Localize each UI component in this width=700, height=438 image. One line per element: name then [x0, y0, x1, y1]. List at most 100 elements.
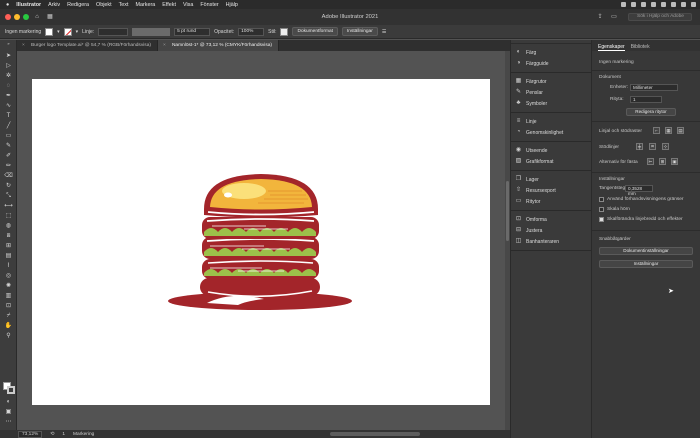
mesh-tool-icon[interactable]: ⊞ — [4, 242, 13, 250]
apple-menu-icon[interactable]: ● — [6, 2, 9, 8]
tab-properties[interactable]: Egenskaper — [598, 44, 625, 51]
lock-guides-icon[interactable]: ⌗ — [649, 143, 656, 150]
graphic-style-swatch[interactable] — [280, 27, 289, 36]
zoom-tool-icon[interactable]: ⚲ — [4, 332, 13, 340]
dock-panel-transform[interactable]: ⊡ Omforma — [511, 214, 591, 225]
opacity-input[interactable]: 100% — [238, 27, 265, 36]
eyedropper-tool-icon[interactable]: ⌇ — [4, 262, 13, 270]
status-icon[interactable] — [681, 2, 686, 7]
drawing-mode-icon[interactable]: ◐ — [4, 398, 13, 406]
dock-panel-color-guide[interactable]: ◑ Färgguide — [511, 58, 591, 69]
artboard-navigator[interactable]: 1 — [62, 432, 65, 437]
perspective-grid-tool-icon[interactable]: ⧈ — [4, 232, 13, 240]
panel-layout-icon[interactable]: ▭ — [610, 13, 618, 21]
dock-panel-stroke[interactable]: ≡ Linje — [511, 116, 591, 127]
snap-to-point-icon[interactable]: ⊢ — [647, 158, 654, 165]
artboard[interactable] — [32, 79, 490, 405]
tab-burger-logo[interactable]: × Burger logo Template.ai* @ 54,7 % (RGB/… — [17, 40, 158, 51]
dock-panel-artboards[interactable]: ▭ Ritytor — [511, 196, 591, 207]
fill-dropdown-icon[interactable]: ▾ — [57, 29, 60, 35]
dock-panel-brushes[interactable]: ✎ Penslar — [511, 87, 591, 98]
fill-stroke-widget[interactable] — [3, 382, 15, 394]
tab-untitled[interactable]: × Namnlöst-1* @ 73,12 % (CMYK/Förhandsvis… — [157, 40, 280, 51]
rotate-tool-icon[interactable]: ↻ — [4, 182, 13, 190]
scale-corners-checkbox[interactable] — [599, 207, 604, 212]
canvas-area[interactable] — [17, 51, 510, 430]
burger-artwork[interactable] — [32, 79, 490, 405]
menu-hjalp[interactable]: Hjälp — [226, 2, 238, 8]
smart-guides-icon[interactable]: ⊹ — [662, 143, 669, 150]
status-icon[interactable] — [621, 2, 626, 7]
paintbrush-tool-icon[interactable]: ✎ — [4, 142, 13, 150]
free-transform-tool-icon[interactable]: ⬚ — [4, 212, 13, 220]
pencil-tool-icon[interactable]: ✏ — [4, 162, 13, 170]
align-icon[interactable]: ☰ — [382, 29, 386, 35]
rectangle-tool-icon[interactable]: ▭ — [4, 132, 13, 140]
dock-panel-transparency[interactable]: ◔ Genomskinlighet — [511, 127, 591, 138]
dock-panel-graphic-styles[interactable]: ▨ Grafikformat — [511, 156, 591, 167]
pen-tool-icon[interactable]: ✒ — [4, 92, 13, 100]
stroke-color-swatch[interactable] — [63, 27, 72, 36]
close-tab-icon[interactable]: × — [22, 43, 25, 48]
dock-panel-symbols[interactable]: ♣ Symboler — [511, 98, 591, 109]
dock-panel-align[interactable]: ⊟ Justera — [511, 225, 591, 236]
menu-visa[interactable]: Visa — [183, 2, 193, 8]
direct-selection-tool-icon[interactable]: ▷ — [4, 62, 13, 70]
horizontal-scrollbar[interactable] — [330, 432, 420, 436]
blend-tool-icon[interactable]: ◎ — [4, 272, 13, 280]
brush-definition-select[interactable]: 5 pt rund — [174, 27, 211, 36]
edit-artboards-button[interactable]: Redigera ritytor — [626, 108, 676, 116]
menu-fonster[interactable]: Fönster — [200, 2, 218, 8]
edit-toolbar-icon[interactable]: ⋯ — [4, 418, 13, 426]
shape-builder-tool-icon[interactable]: ◍ — [4, 222, 13, 230]
type-tool-icon[interactable]: T — [4, 112, 13, 120]
document-setup-button[interactable]: Dokumentformat — [292, 27, 338, 36]
panel-collapse-icon[interactable]: » — [4, 42, 13, 46]
selection-tool-icon[interactable]: ➤ — [4, 52, 13, 60]
line-tool-icon[interactable]: ╱ — [4, 122, 13, 130]
slice-tool-icon[interactable]: ⌿ — [4, 312, 13, 320]
preferences-button[interactable]: Inställningar — [599, 260, 693, 268]
rulers-icon[interactable]: ⌐ — [653, 127, 660, 134]
dock-panel-asset-export[interactable]: ⇧ Resursexport — [511, 185, 591, 196]
stroke-dropdown-icon[interactable]: ▾ — [76, 29, 79, 35]
status-icon[interactable] — [661, 2, 666, 7]
grid-icon[interactable]: ▦ — [665, 127, 672, 134]
document-setup-button[interactable]: Dokumentinställningar — [599, 247, 693, 255]
hand-tool-icon[interactable]: ✋ — [4, 322, 13, 330]
snap-to-pixel-icon[interactable]: ▣ — [671, 158, 678, 165]
units-select[interactable]: Millimeter — [630, 84, 678, 91]
gradient-tool-icon[interactable]: ▤ — [4, 252, 13, 260]
help-search-input[interactable]: Sök i Hjälp och Adobe — [628, 13, 692, 21]
preview-bounds-checkbox[interactable] — [599, 197, 604, 202]
shaper-tool-icon[interactable]: ✐ — [4, 152, 13, 160]
status-icon[interactable] — [641, 2, 646, 7]
menu-text[interactable]: Text — [119, 2, 129, 8]
dock-panel-layers[interactable]: ❐ Lager — [511, 174, 591, 185]
dock-panel-swatches[interactable]: ▦ Färgrutor — [511, 76, 591, 87]
lasso-tool-icon[interactable]: ◌ — [4, 82, 13, 90]
show-guides-icon[interactable]: ╪ — [636, 143, 643, 150]
dock-panel-color[interactable]: ◐ Färg — [511, 47, 591, 58]
snap-to-grid-icon[interactable]: ⊞ — [659, 158, 666, 165]
eraser-tool-icon[interactable]: ⌫ — [4, 172, 13, 180]
scale-tool-icon[interactable]: ⤡ — [4, 192, 13, 200]
menu-markera[interactable]: Markera — [136, 2, 156, 8]
variable-width-profile[interactable] — [132, 27, 171, 36]
dock-panel-pathfinder[interactable]: ◫ Banhanteraren — [511, 236, 591, 247]
close-tab-icon[interactable]: × — [163, 43, 166, 48]
menu-objekt[interactable]: Objekt — [96, 2, 112, 8]
curvature-tool-icon[interactable]: ∿ — [4, 102, 13, 110]
key-increment-input[interactable]: 0,3528 mm — [625, 185, 653, 196]
artboard-select[interactable]: 1 — [630, 96, 662, 103]
stroke-swatch[interactable] — [7, 386, 15, 394]
fill-color-swatch[interactable] — [45, 27, 54, 36]
screen-mode-icon[interactable]: ▣ — [4, 408, 13, 416]
stroke-weight-input[interactable] — [98, 27, 129, 36]
scroll-thumb[interactable] — [506, 181, 509, 241]
menu-arkiv[interactable]: Arkiv — [48, 2, 60, 8]
share-icon[interactable]: ⇪ — [596, 13, 604, 21]
magic-wand-tool-icon[interactable]: ✲ — [4, 72, 13, 80]
menu-effekt[interactable]: Effekt — [162, 2, 176, 8]
scale-strokes-checkbox[interactable] — [599, 217, 604, 222]
